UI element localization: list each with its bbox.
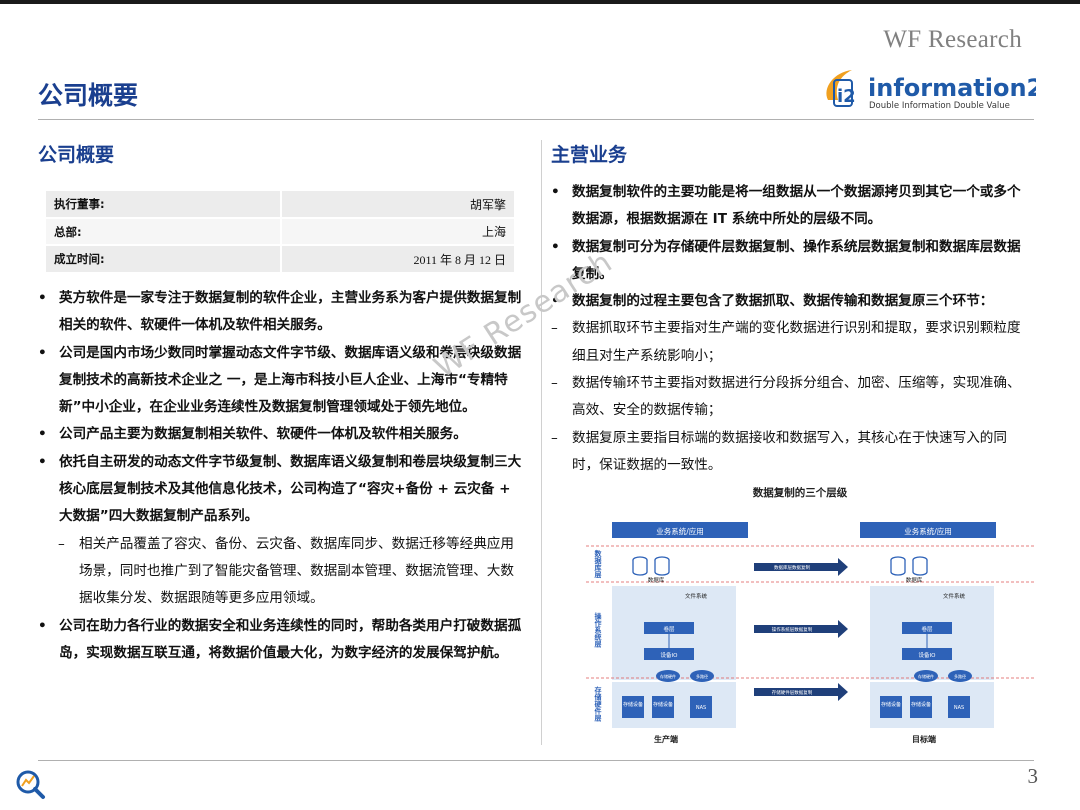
right-section-title: 主营业务 [551,144,628,166]
replication-diagram: 业务系统/应用 业务系统/应用 数据库层 操作系统层 存储硬件层 数据库 数据库… [586,522,1034,744]
source-db-label: 数据库 [648,576,665,584]
list-item: 依托自主研发的动态文件字节级复制、数据库语义级复制和卷层块级复制三大核心底层复制… [38,449,523,531]
svg-text:存储设备: 存储设备 [911,701,931,708]
right-bullet-list: 数据复制软件的主要功能是将一组数据从一个数据源拷贝到其它一个或多个数据源，根据数… [551,179,1031,479]
info-key: 成立时间: [46,244,282,272]
list-item: 数据复制可分为存储硬件层数据复制、操作系统层数据复制和数据库层数据复制。 [551,234,1031,289]
table-row: 成立时间: 2011 年 8 月 12 日 [46,244,514,272]
company-info-table: 执行董事: 胡军擎 总部: 上海 成立时间: 2011 年 8 月 12 日 [46,191,514,272]
dash-list-item: 数据抓取环节主要指对生产端的变化数据进行识别和提取，要求识别颗粒度细且对生产系统… [551,315,1031,370]
table-row: 执行董事: 胡军擎 [46,191,514,218]
svg-text:存储设备: 存储设备 [623,701,643,708]
target-app-label: 业务系统/应用 [904,526,952,536]
info-value: 上海 [281,217,514,245]
logo-tagline: Double Information Double Value [869,101,1010,111]
layer-label-db: 数据库层 [594,549,603,579]
target-fs-label: 文件系统 [943,592,966,600]
target-db-label: 数据库 [906,576,923,584]
info-value: 2011 年 8 月 12 日 [281,244,514,272]
column-divider [541,140,542,745]
info-key: 总部: [46,217,282,245]
svg-text:存储设备: 存储设备 [653,701,673,708]
source-app-label: 业务系统/应用 [656,526,704,536]
dash-list-item: 数据传输环节主要指对数据进行分段拆分组合、加密、压缩等，实现准确、高效、安全的数… [551,370,1031,425]
table-row: 总部: 上海 [46,217,514,245]
source-fs-label: 文件系统 [685,592,708,600]
svg-text:存储设备: 存储设备 [881,701,901,708]
target-io-label: 设备IO [919,651,937,659]
database-icon [890,556,928,576]
header-rule [38,119,1034,120]
svg-text:存储硬件: 存储硬件 [918,673,934,679]
layer-label-os: 操作系统层 [594,612,603,649]
left-section-title: 公司概要 [38,144,115,166]
page-number: 3 [1027,764,1039,788]
svg-text:存储硬件: 存储硬件 [660,673,676,679]
database-icon [632,556,670,576]
list-item: 数据复制的过程主要包含了数据抓取、数据传输和数据复原三个环节： [551,288,1031,316]
target-volume-label: 卷层 [921,625,933,633]
arrow-label-storage: 存储硬件层数据复制 [772,689,813,696]
logo-name: information2 [868,74,1036,102]
list-item: 数据复制软件的主要功能是将一组数据从一个数据源拷贝到其它一个或多个数据源，根据数… [551,179,1031,234]
svg-text:多路径: 多路径 [696,673,708,679]
top-rule [0,0,1080,4]
source-label: 生产端 [654,734,678,744]
diagram-title: 数据复制的三个层级 [752,487,848,499]
list-item: 公司在助力各行业的数据安全和业务连续性的同时，帮助各类用户打破数据孤岛，实现数据… [38,613,523,668]
layer-label-storage: 存储硬件层 [594,686,603,723]
sub-list-item: 相关产品覆盖了容灾、备份、云灾备、数据库同步、数据迁移等经典应用场景，同时也推广… [38,531,523,613]
list-item: 公司产品主要为数据复制相关软件、软硬件一体机及软件相关服务。 [38,421,523,449]
chart-magnifier-icon [16,770,45,799]
source-volume-label: 卷层 [663,625,675,633]
arrow-label-db: 数据库层数据复制 [774,564,810,571]
arrow-label-os: 操作系统层数据复制 [772,626,813,633]
list-item: 英方软件是一家专注于数据复制的软件企业，主营业务系为客户提供数据复制相关的软件、… [38,285,523,340]
info-key: 执行董事: [46,191,282,218]
info-value: 胡军擎 [281,191,514,218]
logo-mark: i2 [837,86,856,107]
target-label: 目标端 [912,734,936,744]
source-io-label: 设备IO [661,651,679,659]
dash-list-item: 数据复原主要指目标端的数据接收和数据写入，其核心在于快速写入的同时，保证数据的一… [551,425,1031,480]
svg-text:多路径: 多路径 [954,673,966,679]
company-logo: i2 information2 Double Information Doubl… [826,70,1036,111]
page-title: 公司概要 [38,81,139,110]
footer-rule [38,760,1034,761]
svg-text:NAS: NAS [696,705,706,711]
svg-text:NAS: NAS [954,705,964,711]
brand-name: WF Research [883,26,1022,53]
